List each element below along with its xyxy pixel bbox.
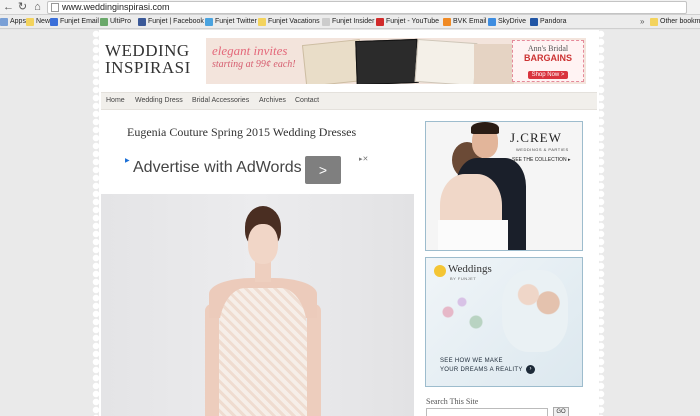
- bookmark-item[interactable]: Funjet Email: [50, 15, 99, 28]
- nav-item-contact[interactable]: Contact: [295, 93, 319, 109]
- page-icon: [51, 3, 59, 12]
- main-nav: Home Wedding Dress Bridal Accessories Ar…: [101, 92, 597, 110]
- bookmark-favicon-icon: [376, 18, 384, 26]
- search-label: Search This Site: [426, 397, 479, 406]
- bookmark-label: Funjet Insider: [332, 18, 375, 25]
- shop-now-button[interactable]: Shop Now >: [527, 71, 569, 79]
- ad-woman-dress: [438, 220, 508, 250]
- back-icon[interactable]: ←: [2, 1, 15, 14]
- bookmark-item[interactable]: Funjet Insider: [322, 15, 375, 28]
- reload-icon[interactable]: ↻: [16, 1, 29, 14]
- bookmark-favicon-icon: [205, 18, 213, 26]
- bookmark-label: Apps: [10, 18, 26, 25]
- bookmark-item[interactable]: Funjet | Facebook: [138, 15, 204, 28]
- bookmark-item[interactable]: Funjet - YouTube: [376, 15, 440, 28]
- bookmark-favicon-icon: [322, 18, 330, 26]
- bookmarks-more[interactable]: »: [640, 15, 644, 28]
- funjet-sun-icon: [434, 265, 446, 277]
- other-bookmarks-label: Other bookma: [660, 18, 700, 25]
- bookmark-favicon-icon: [443, 18, 451, 26]
- bookmark-label: BVK Email: [453, 18, 487, 25]
- ad-couple-image: [502, 270, 568, 352]
- ad-flowers: [434, 292, 504, 342]
- ad-choices-icon[interactable]: ▶: [125, 157, 130, 164]
- ad-tagline-1: SEE HOW WE MAKE: [440, 358, 503, 364]
- bookmark-favicon-icon: [488, 18, 496, 26]
- ad-close-icon[interactable]: ▸✕: [359, 155, 368, 163]
- ad-brand-sub: BARGAINS: [523, 53, 572, 63]
- bookmark-item[interactable]: Apps: [0, 15, 26, 28]
- bookmark-favicon-icon: [26, 18, 34, 26]
- bookmark-favicon-icon: [138, 18, 146, 26]
- nav-item-bridal-accessories[interactable]: Bridal Accessories: [192, 93, 249, 109]
- address-text: www.weddinginspirasi.com: [62, 2, 170, 12]
- bookmark-item[interactable]: UltiPro: [100, 15, 132, 28]
- bookmark-label: Funjet | Facebook: [148, 18, 204, 25]
- model-face: [248, 224, 278, 264]
- bookmark-favicon-icon: [258, 18, 266, 26]
- site-container: WEDDING INSPIRASI elegant invites starti…: [99, 30, 599, 416]
- site-logo[interactable]: WEDDING INSPIRASI: [105, 41, 191, 77]
- bookmark-label: Pandora: [540, 18, 567, 25]
- bookmark-item[interactable]: BVK Email: [443, 15, 487, 28]
- bookmark-favicon-icon: [530, 18, 538, 26]
- bookmark-label: SkyDrive: [498, 18, 527, 25]
- model-arm: [205, 304, 219, 416]
- model-arm: [307, 304, 321, 416]
- home-icon[interactable]: ⌂: [31, 1, 44, 14]
- bookmark-label: Funjet Email: [60, 18, 99, 25]
- search-input[interactable]: [426, 408, 548, 416]
- funjet-weddings-brand: Weddings: [448, 263, 492, 275]
- other-bookmarks[interactable]: Other bookma: [650, 15, 700, 28]
- nav-item-home[interactable]: Home: [106, 93, 125, 109]
- nav-item-archives[interactable]: Archives: [259, 93, 286, 109]
- bookmark-favicon-icon: [100, 18, 108, 26]
- bookmark-item[interactable]: Pandora: [530, 15, 567, 28]
- bookmark-item[interactable]: SkyDrive: [488, 15, 527, 28]
- arrow-right-icon[interactable]: ›: [526, 365, 535, 374]
- ad-line-2: starting at 99¢ each!: [212, 59, 296, 70]
- funjet-weddings-ad[interactable]: Weddings BY FUNJET SEE HOW WE MAKE YOUR …: [425, 257, 583, 387]
- jcrew-sub: WEDDINGS & PARTIES: [516, 147, 569, 152]
- bookmark-favicon-icon: [50, 18, 58, 26]
- post-title[interactable]: Eugenia Couture Spring 2015 Wedding Dres…: [127, 125, 356, 140]
- ad-line-1: elegant invites: [212, 43, 288, 58]
- ad-brand-box: Ann's Bridal BARGAINS Shop Now >: [512, 40, 584, 82]
- adwords-ad[interactable]: ▶ Advertise with AdWords > ▸✕: [125, 154, 375, 186]
- ad-tagline-2: YOUR DREAMS A REALITY: [440, 367, 523, 373]
- invitation-card: [355, 38, 419, 84]
- wedding-dress-photo[interactable]: [101, 194, 414, 416]
- browser-toolbar: ← ↻ ⌂ www.weddinginspirasi.com: [0, 0, 700, 15]
- ad-man-hair: [471, 122, 499, 134]
- bookmark-item[interactable]: Funjet Vacations: [258, 15, 320, 28]
- header-banner-ad[interactable]: elegant invites starting at 99¢ each! An…: [206, 38, 586, 84]
- bookmarks-bar: » Other bookma Apps News Funjet Email UltiP…: [0, 15, 700, 29]
- bookmark-item[interactable]: Funjet Twitter: [205, 15, 257, 28]
- jcrew-brand: J.CREW: [510, 130, 562, 145]
- search-go-button[interactable]: GO: [553, 407, 569, 416]
- bookmark-label: Funjet - YouTube: [386, 18, 440, 25]
- ad-brand-name: Ann's Bridal: [527, 44, 569, 53]
- jcrew-collection-link[interactable]: SEE THE COLLECTION ▸: [512, 157, 571, 163]
- nav-item-wedding-dress[interactable]: Wedding Dress: [135, 93, 183, 109]
- address-bar[interactable]: www.weddinginspirasi.com: [47, 1, 687, 14]
- bookmark-label: Funjet Vacations: [268, 18, 320, 25]
- funjet-by: BY FUNJET: [450, 276, 477, 281]
- invitation-card: [474, 44, 514, 84]
- ad-headline: elegant invites starting at 99¢ each!: [212, 44, 296, 71]
- jcrew-ad[interactable]: J.CREW WEDDINGS & PARTIES SEE THE COLLEC…: [425, 121, 583, 251]
- bookmark-label: UltiPro: [110, 18, 132, 25]
- folder-icon: [650, 18, 658, 26]
- model-dress: [219, 288, 307, 416]
- bookmark-favicon-icon: [0, 18, 8, 26]
- logo-line-2: INSPIRASI: [105, 58, 191, 77]
- adwords-arrow-button[interactable]: >: [305, 156, 341, 184]
- bookmark-label: Funjet Twitter: [215, 18, 257, 25]
- invitation-card: [414, 38, 478, 84]
- adwords-text: Advertise with AdWords: [133, 159, 302, 176]
- logo-line-1: WEDDING: [105, 41, 190, 60]
